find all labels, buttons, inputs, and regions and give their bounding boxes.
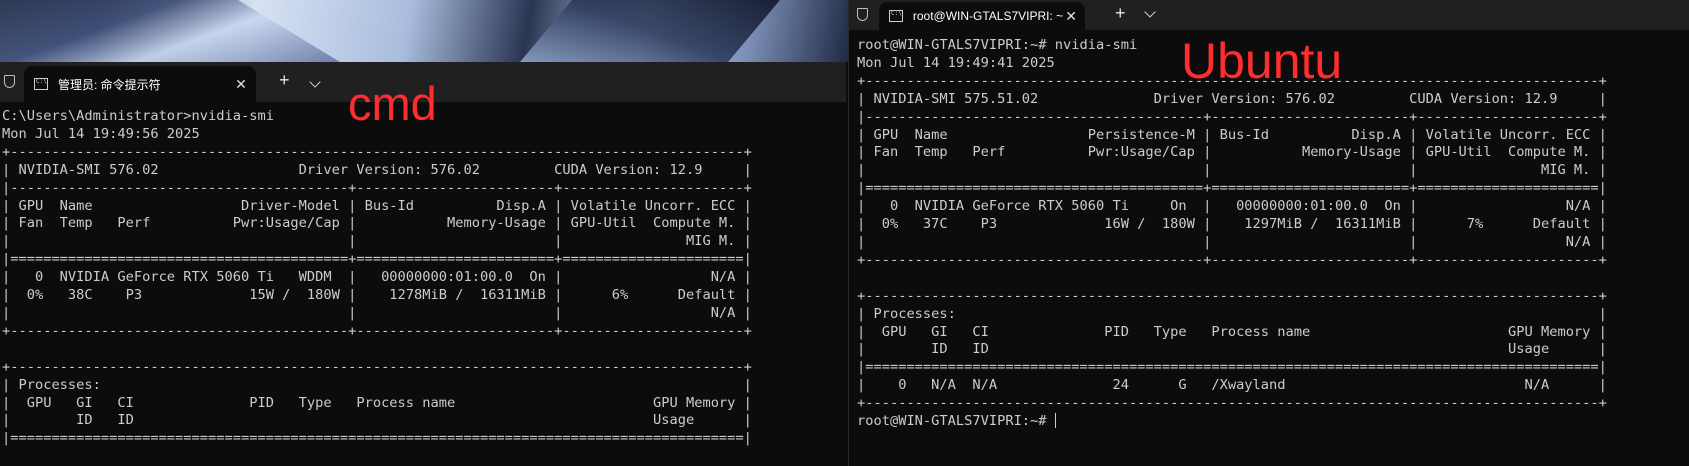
close-icon[interactable]: ✕ (232, 76, 250, 93)
close-icon[interactable]: ✕ (1063, 8, 1079, 25)
annotation-cmd-label: cmd (348, 77, 437, 130)
annotation-ubuntu-label: Ubuntu (1181, 33, 1343, 89)
tab-admin-cmd[interactable]: C:\ 管理员: 命令提示符 ✕ (24, 66, 256, 102)
tab-title: root@WIN-GTALS7VIPRI: ~ (912, 9, 1064, 23)
chevron-down-icon[interactable] (309, 76, 321, 88)
shield-icon (4, 75, 15, 88)
shell-prompt: root@WIN-GTALS7VIPRI:~# (857, 413, 1055, 430)
wallpaper-art (0, 0, 340, 62)
chevron-down-icon[interactable] (1144, 6, 1156, 18)
desktop-wallpaper (0, 0, 848, 62)
text-cursor (1054, 413, 1056, 429)
shield-icon (857, 8, 868, 21)
tab-title: 管理员: 命令提示符 (58, 77, 161, 92)
new-tab-button[interactable]: + (1115, 3, 1126, 24)
terminal-output[interactable]: C:\Users\Administrator>nvidia-smi Mon Ju… (0, 102, 846, 448)
tab-bar: C:\ root@WIN-GTALS7VIPRI: ~ ✕ + (849, 0, 1689, 30)
wallpaper-art (520, 0, 780, 62)
console-icon: C:\ (34, 78, 48, 90)
tab-root-wsl[interactable]: C:\ root@WIN-GTALS7VIPRI: ~ ✕ (879, 2, 1085, 30)
terminal-output[interactable]: root@WIN-GTALS7VIPRI:~# nvidia-smi Mon J… (849, 30, 1689, 431)
new-tab-button[interactable]: + (279, 70, 290, 91)
console-icon: C:\ (889, 10, 903, 22)
